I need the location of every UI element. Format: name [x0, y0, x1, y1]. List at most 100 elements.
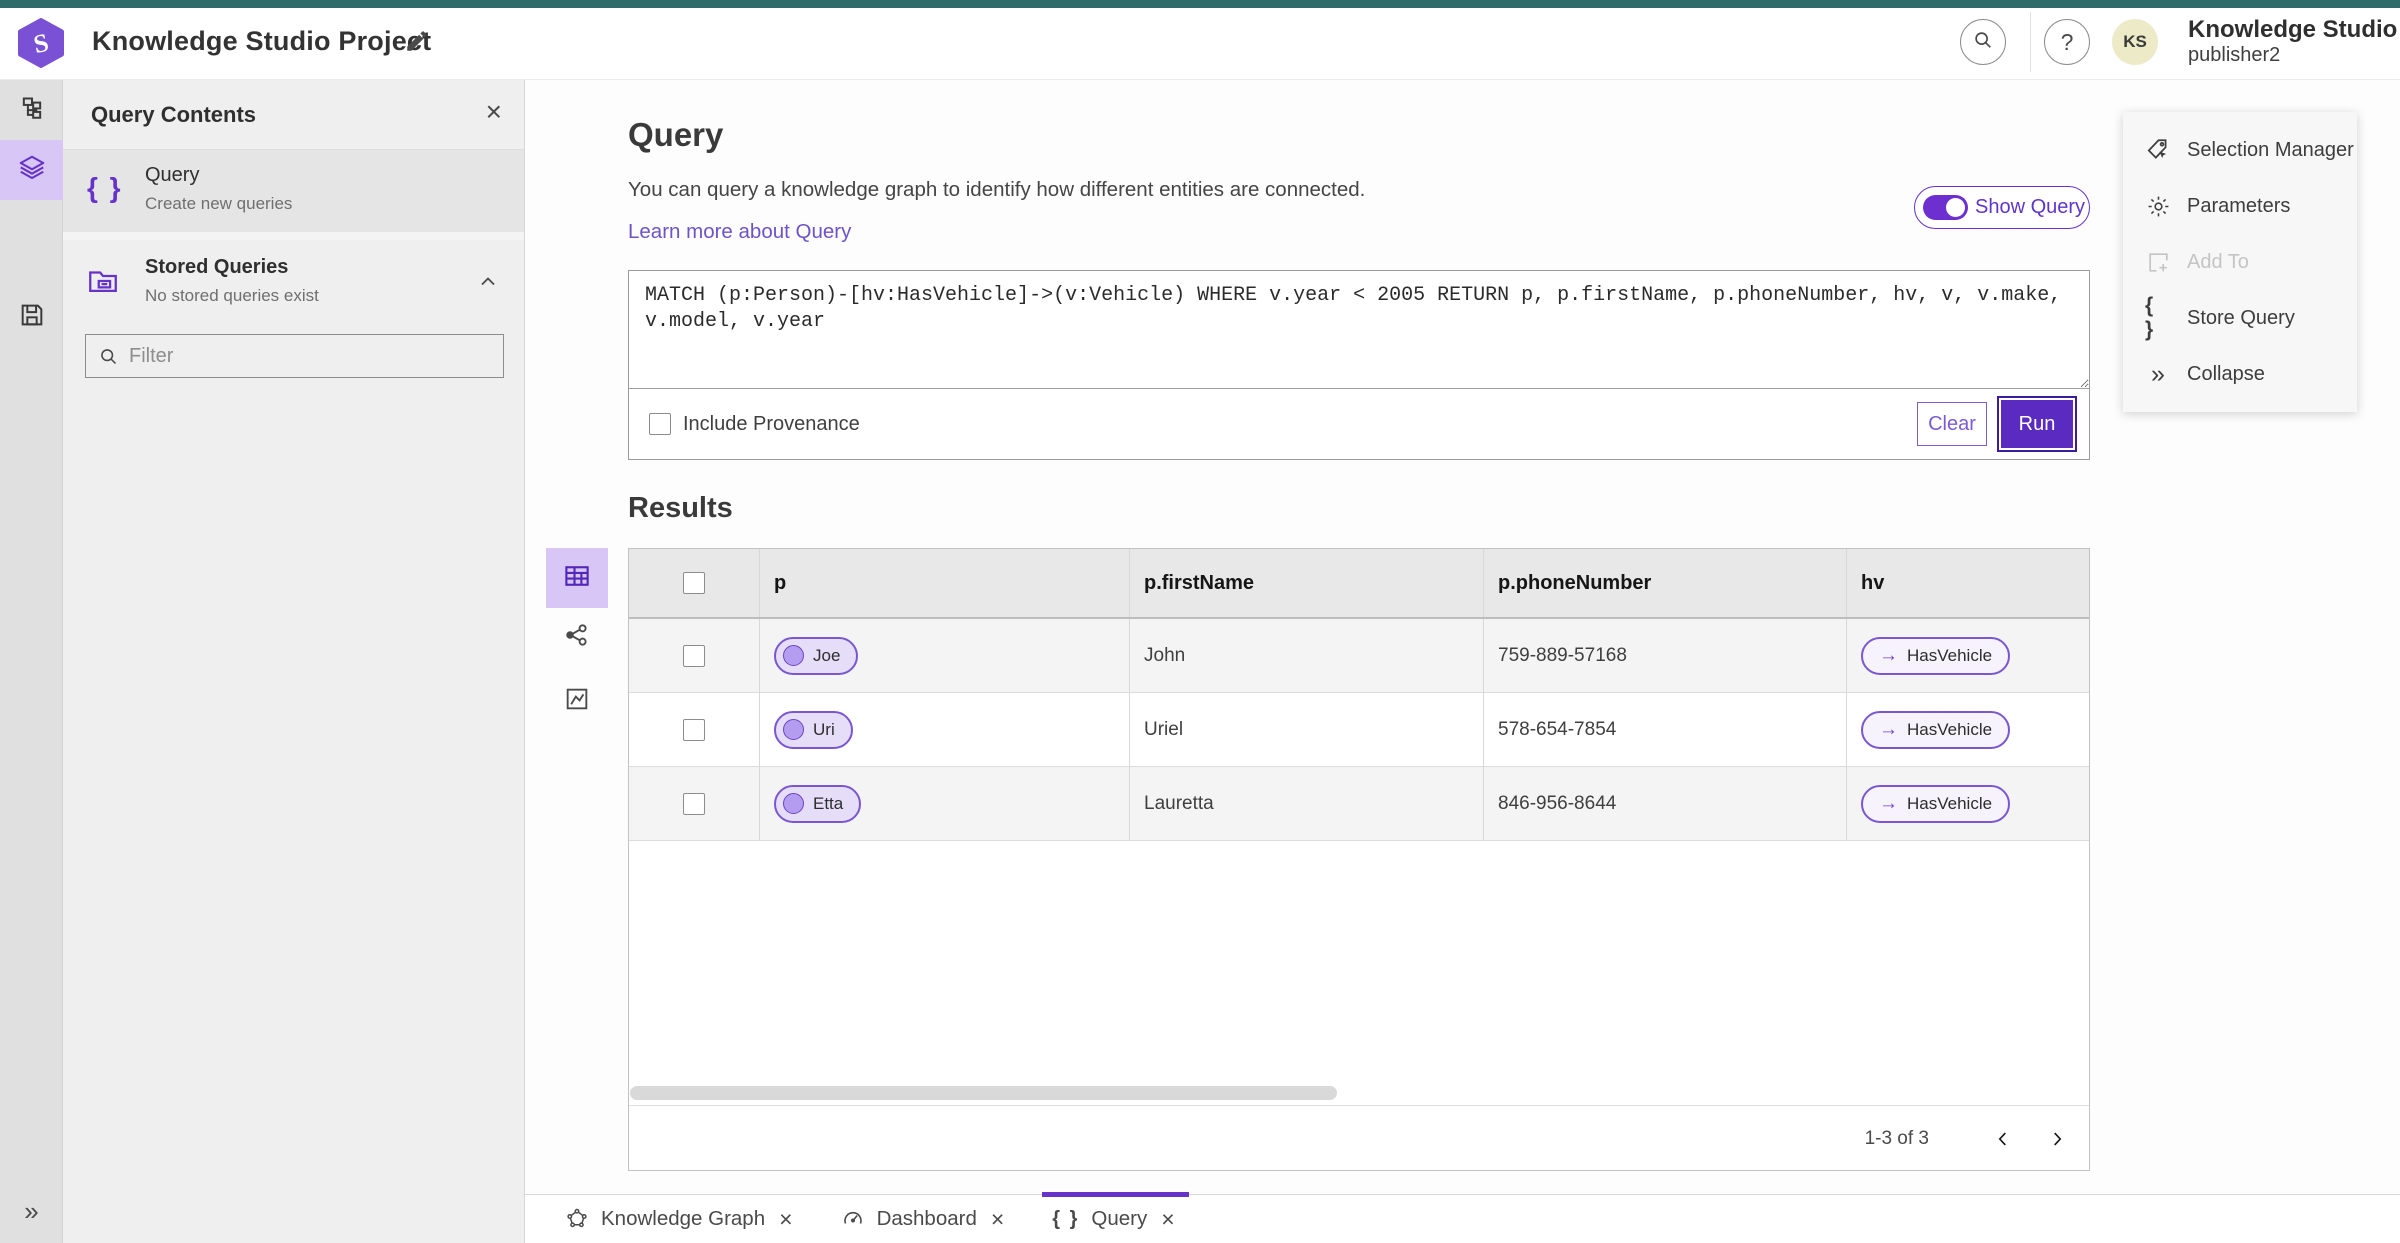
tab-knowledge-graph[interactable]: Knowledge Graph × [543, 1195, 819, 1243]
query-contents-panel: Query Contents × { } Query Create new qu… [63, 80, 525, 1243]
arrow-right-icon: → [1879, 718, 1898, 740]
edit-project-title-icon[interactable] [404, 28, 430, 54]
search-icon [101, 348, 117, 364]
entity-dot-icon [783, 793, 804, 814]
add-to-icon [2145, 250, 2171, 275]
layers-icon [17, 153, 47, 188]
pagination-bar: 1-3 of 3 [629, 1105, 2089, 1171]
tab-label: Query [1091, 1207, 1148, 1230]
learn-more-link[interactable]: Learn more about Query [628, 220, 851, 244]
query-item-subtitle: Create new queries [145, 194, 293, 213]
top-accent-bar [0, 0, 2400, 8]
table-icon [562, 561, 592, 596]
topbar: S Knowledge Studio Project ? KS Knowledg… [0, 8, 2400, 80]
user-avatar[interactable]: KS [2112, 19, 2158, 65]
rail-save-button[interactable] [0, 288, 63, 346]
chart-view-button[interactable] [546, 678, 608, 724]
select-all-checkbox[interactable] [683, 572, 705, 594]
column-header: p.firstName [1129, 549, 1483, 617]
query-footer: Include Provenance Clear Run [629, 389, 2089, 459]
network-icon [563, 621, 591, 654]
project-title: Knowledge Studio Project [92, 26, 432, 56]
search-button[interactable] [1960, 19, 2006, 65]
entity-pill[interactable]: Etta [774, 784, 862, 823]
filter-input[interactable] [129, 344, 503, 368]
query-editor-card: MATCH (p:Person)-[hv:HasVehicle]->(v:Veh… [628, 270, 2090, 460]
table-header-row: p p.firstName p.phoneNumber hv [629, 549, 2089, 619]
close-panel-icon[interactable]: × [486, 96, 502, 128]
cell-phone-number: 759-889-57168 [1498, 644, 1627, 666]
query-textarea[interactable]: MATCH (p:Person)-[hv:HasVehicle]->(v:Veh… [629, 271, 2089, 389]
table-row: Uri Uriel 578-654-7854 → HasVehicle [629, 693, 2089, 767]
rail-schema-button[interactable] [0, 82, 63, 140]
tab-query[interactable]: { } Query × [1030, 1192, 1200, 1243]
relationship-pill[interactable]: → HasVehicle [1861, 636, 2011, 675]
filter-field[interactable] [85, 334, 504, 378]
show-query-label: Show Query [1975, 196, 2086, 218]
results-heading: Results [628, 492, 733, 524]
relationship-pill[interactable]: → HasVehicle [1861, 784, 2011, 823]
query-description: You can query a knowledge graph to ident… [628, 178, 1366, 201]
clear-button[interactable]: Clear [1917, 402, 1987, 446]
store-query-button[interactable]: { } Store Query [2123, 290, 2357, 346]
close-tab-icon[interactable]: × [1161, 1206, 1174, 1233]
collapse-panel-button[interactable]: » Collapse [2123, 346, 2357, 402]
entity-dot-icon [783, 719, 804, 740]
column-header: p.phoneNumber [1483, 549, 1846, 617]
close-tab-icon[interactable]: × [779, 1206, 792, 1233]
row-checkbox[interactable] [683, 792, 705, 815]
table-view-button[interactable] [546, 548, 608, 608]
chevron-up-icon[interactable] [476, 270, 500, 299]
save-icon [18, 301, 46, 334]
action-label: Collapse [2187, 362, 2265, 385]
query-list-item[interactable]: { } Query Create new queries [63, 150, 524, 232]
table-row: Etta Lauretta 846-956-8644 → HasVehicle [629, 767, 2089, 841]
help-button[interactable]: ? [2044, 19, 2090, 65]
rail-queries-button[interactable] [0, 140, 63, 200]
column-header: hv [1846, 549, 2091, 617]
gauge-icon [841, 1207, 865, 1231]
section-divider [63, 232, 524, 240]
results-table: p p.firstName p.phoneNumber hv Joe John … [628, 548, 2090, 1171]
next-page-button[interactable] [2035, 1117, 2079, 1161]
row-checkbox[interactable] [683, 718, 705, 741]
action-label: Add To [2187, 250, 2249, 273]
tag-cursor-icon [2145, 137, 2171, 163]
show-query-toggle[interactable]: Show Query [1914, 186, 2090, 229]
braces-icon: { } [1052, 1207, 1080, 1230]
parameters-button[interactable]: Parameters [2123, 178, 2357, 234]
entity-pill[interactable]: Joe [774, 636, 859, 675]
stored-queries-header[interactable]: Stored Queries No stored queries exist [63, 240, 524, 328]
stored-queries-subtitle: No stored queries exist [145, 286, 319, 305]
include-provenance-checkbox[interactable] [649, 413, 671, 435]
user-name: Knowledge Studio [2188, 16, 2398, 43]
selection-manager-button[interactable]: Selection Manager [2123, 122, 2357, 178]
tab-label: Dashboard [876, 1207, 977, 1230]
row-checkbox[interactable] [683, 644, 705, 667]
panel-title: Query Contents [91, 102, 257, 127]
expand-rail-button[interactable]: » [0, 1191, 63, 1231]
graph-view-button[interactable] [546, 614, 608, 660]
stored-queries-title: Stored Queries [145, 256, 289, 278]
query-heading: Query [628, 116, 724, 153]
arrow-right-icon: → [1879, 644, 1898, 666]
gear-icon [2145, 194, 2171, 219]
close-tab-icon[interactable]: × [991, 1206, 1004, 1233]
tab-dashboard[interactable]: Dashboard × [819, 1195, 1031, 1243]
previous-page-button[interactable] [1981, 1117, 2025, 1161]
action-label: Store Query [2187, 306, 2295, 329]
arrow-right-icon: → [1879, 792, 1898, 814]
add-to-button[interactable]: Add To [2123, 234, 2357, 290]
horizontal-scrollbar[interactable] [630, 1086, 1337, 1100]
query-actions-panel: Selection Manager Parameters Add To { } … [2123, 112, 2357, 412]
run-button[interactable]: Run [1999, 398, 2075, 450]
sitemap-icon [18, 95, 46, 128]
action-label: Parameters [2187, 194, 2291, 217]
entity-pill[interactable]: Uri [774, 710, 853, 749]
folder-icon [85, 264, 121, 303]
column-header: p [759, 549, 1129, 617]
knowledge-graph-icon [565, 1207, 589, 1231]
document-tabbar: Knowledge Graph × Dashboard × { } Query … [525, 1192, 2400, 1243]
relationship-pill[interactable]: → HasVehicle [1861, 710, 2011, 749]
braces-icon: { } [2145, 294, 2156, 341]
